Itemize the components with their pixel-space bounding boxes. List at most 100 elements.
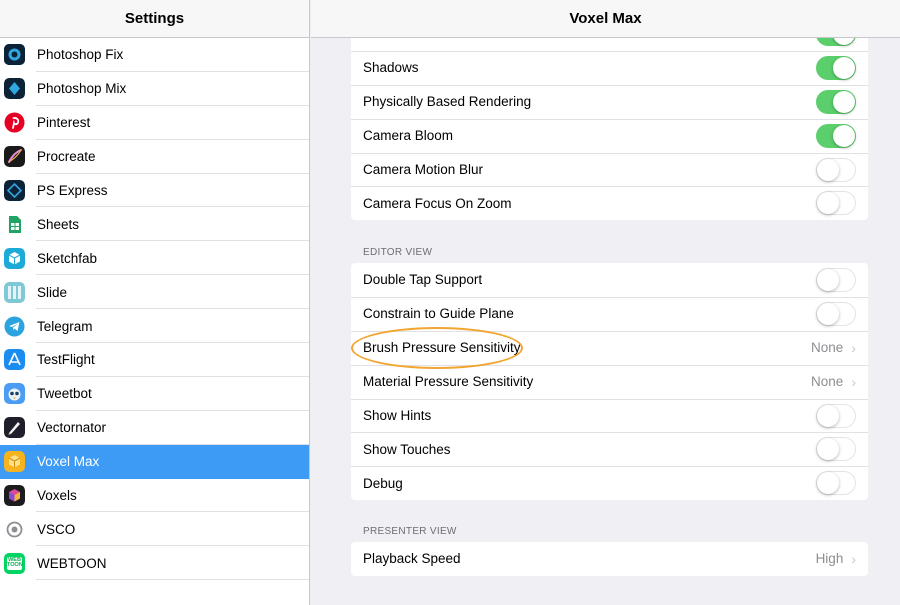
tweetbot-icon [4,383,25,405]
physically-based-rendering-row[interactable]: Physically Based Rendering [351,84,868,119]
camera-focus-on-zoom-toggle[interactable] [816,191,856,216]
sidebar-item-label: Pinterest [37,115,91,131]
sidebar-item-label: Telegram [37,318,93,334]
voxel-max-icon [4,451,25,473]
show-hints-toggle[interactable] [816,403,856,428]
row-value: None [811,374,844,390]
row-label: Show Touches [363,441,451,457]
sketchfab-icon [4,247,25,269]
testflight-icon [4,349,25,371]
photoshop-mix-icon [4,78,25,100]
camera-motion-blur-row[interactable]: Camera Motion Blur [351,152,868,187]
sidebar-item-label: Sketchfab [37,250,98,266]
row-label: Camera Bloom [363,128,454,144]
row-label: Brush Pressure Sensitivity [363,340,521,356]
camera-focus-on-zoom-row[interactable]: Camera Focus On Zoom [351,186,868,220]
debug-toggle[interactable] [816,471,856,496]
page-title: Voxel Max [311,0,900,38]
sidebar-item-voxel-max[interactable]: Voxel Max [0,444,309,479]
voxels-icon [4,485,25,507]
photoshop-fix-icon [4,44,25,66]
sidebar-item-label: WEBTOON [37,555,107,571]
sidebar-item-label: Voxel Max [37,454,100,470]
row-label: Material Pressure Sensitivity [363,374,534,390]
sidebar-item-label: TestFlight [37,352,95,368]
sidebar-item-label: PS Express [37,183,108,198]
voxel-max-settings-pane: Voxel Max Dark Mode Shadows Physically B… [311,0,900,605]
chevron-right-icon: › [851,373,856,390]
sidebar-item-label: Vectornator [37,420,107,436]
pinterest-icon [4,112,25,133]
procreate-icon [4,146,25,168]
physically-based-rendering-toggle[interactable] [816,89,856,114]
sidebar-item-tweetbot[interactable]: Tweetbot [0,377,309,411]
sidebar-item-label: Tweetbot [37,386,92,402]
playback-speed-row[interactable]: Playback Speed High › [351,542,868,576]
row-label: Shadows [363,60,419,76]
sidebar-item-webtoon[interactable]: WEB TOON WEBTOON [0,546,309,581]
sidebar-item-photoshop-fix[interactable]: Photoshop Fix [0,38,309,72]
brush-pressure-sensitivity-row[interactable]: Brush Pressure Sensitivity None › [351,330,868,365]
chevron-right-icon: › [851,339,856,356]
row-value: High [815,551,844,567]
sidebar-title: Settings [0,0,309,38]
row-label: Camera Focus On Zoom [363,195,512,211]
show-touches-toggle[interactable] [816,437,856,462]
sidebar-item-testflight[interactable]: TestFlight [0,343,309,377]
sidebar-item-label: Photoshop Fix [37,47,124,63]
shadows-row[interactable]: Shadows [351,50,868,85]
row-label: Constrain to Guide Plane [363,306,514,322]
row-label: Physically Based Rendering [363,94,532,110]
sidebar-item-vsco[interactable]: VSCO [0,512,309,547]
sidebar-item-label: Sheets [37,216,80,232]
sidebar-item-vectornator[interactable]: Vectornator [0,411,309,445]
double-tap-support-toggle[interactable] [816,267,856,292]
shadows-toggle[interactable] [816,55,856,80]
show-touches-row[interactable]: Show Touches [351,432,868,466]
sidebar-item-sketchfab[interactable]: Sketchfab [0,241,309,276]
row-label: Camera Motion Blur [363,162,484,177]
presenter-view-group: Playback Speed High › [351,542,868,576]
row-label: Debug [363,475,403,491]
sidebar-item-procreate[interactable]: Procreate [0,140,309,174]
sidebar-item-label: Voxels [37,488,77,504]
debug-row[interactable]: Debug [351,466,868,500]
row-value: None [811,340,844,356]
constrain-to-guide-plane-row[interactable]: Constrain to Guide Plane [351,296,868,331]
editor-view-section-title: EDITOR VIEW [363,247,433,258]
telegram-icon [4,316,25,337]
sheets-icon [4,214,25,235]
slide-icon [4,281,25,303]
sidebar-item-label: VSCO [37,521,76,537]
row-label: Show Hints [363,408,432,423]
presenter-view-section-title: PRESENTER VIEW [363,526,457,537]
vsco-icon [4,519,25,540]
camera-motion-blur-toggle[interactable] [816,157,856,182]
sidebar-item-ps-express[interactable]: PS Express [0,174,309,208]
sidebar-item-label: Slide [37,284,68,300]
sidebar-item-pinterest[interactable]: Pinterest [0,106,309,140]
vectornator-icon [4,417,25,439]
sidebar-item-photoshop-mix[interactable]: Photoshop Mix [0,72,309,106]
webtoon-icon: WEB TOON [4,552,25,574]
sidebar-item-sheets[interactable]: Sheets [0,207,309,242]
sidebar-item-telegram[interactable]: Telegram [0,309,309,343]
row-label: Double Tap Support [363,272,483,288]
double-tap-support-row[interactable]: Double Tap Support [351,263,868,297]
constrain-to-guide-plane-toggle[interactable] [816,301,856,326]
show-hints-row[interactable]: Show Hints [351,398,868,433]
settings-sidebar: Settings Photoshop Fix Photoshop Mix Pin… [0,0,310,605]
row-label: Playback Speed [363,551,461,567]
ps-express-icon [4,180,25,201]
chevron-right-icon: › [851,550,856,567]
sidebar-item-label: Procreate [37,149,96,165]
sidebar-item-slide[interactable]: Slide [0,275,309,310]
sidebar-item-voxels[interactable]: Voxels [0,479,309,513]
render-settings-group: Dark Mode Shadows Physically Based Rende… [351,17,868,221]
camera-bloom-row[interactable]: Camera Bloom [351,118,868,153]
sidebar-app-list: Photoshop Fix Photoshop Mix Pinterest Pr… [0,38,309,581]
material-pressure-sensitivity-row[interactable]: Material Pressure Sensitivity None › [351,364,868,399]
editor-view-group: Double Tap Support Constrain to Guide Pl… [351,263,868,501]
sidebar-item-label: Photoshop Mix [37,81,127,97]
camera-bloom-toggle[interactable] [816,123,856,148]
